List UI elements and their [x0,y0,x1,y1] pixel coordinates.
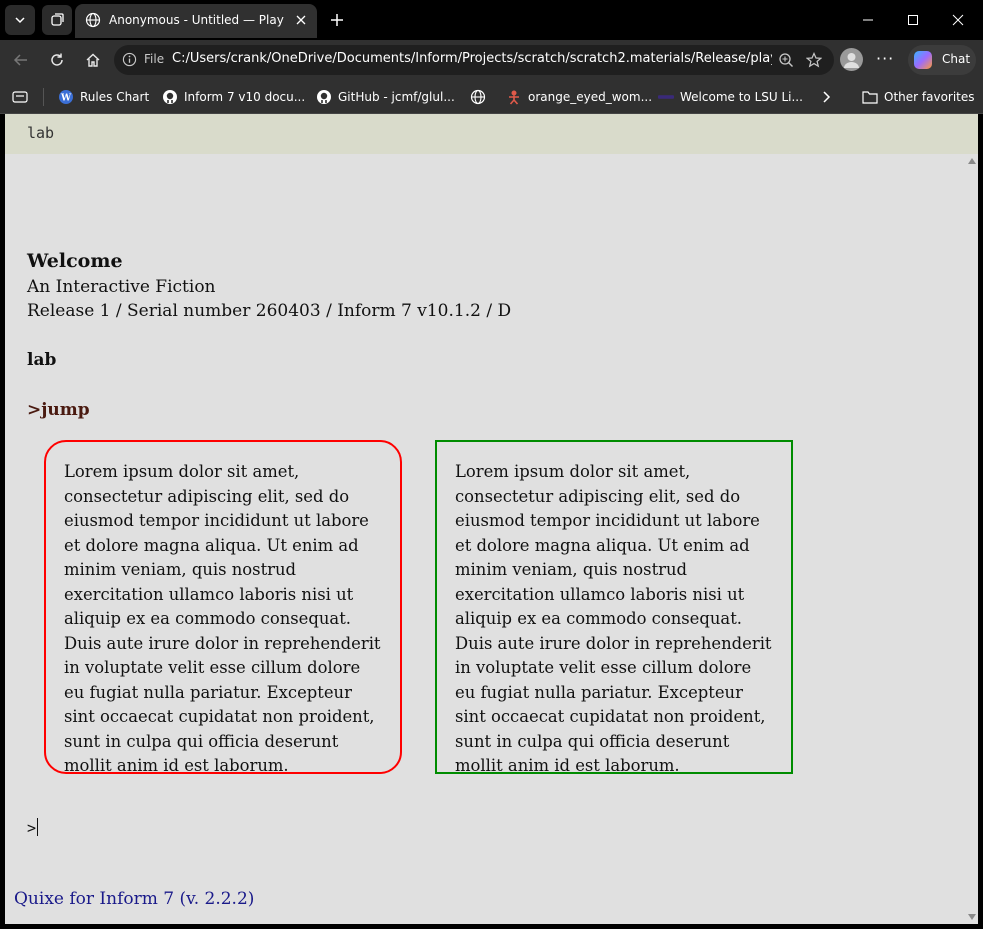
bookmark-orange-eyed[interactable]: orange_eyed_wom... [506,88,652,106]
story-subtitle: An Interactive Fiction [27,277,216,297]
close-window-button[interactable] [948,10,968,30]
address-bar[interactable]: File C:/Users/crank/OneDrive/Documents/I… [114,45,834,75]
figure-icon [506,89,522,105]
bookmark-label: Welcome to LSU Li... [680,90,803,104]
release-line: Release 1 / Serial number 260403 / Infor… [27,301,512,321]
bookmark-label: Rules Chart [80,90,150,104]
reading-view-button[interactable] [12,88,28,106]
collections-icon [12,89,28,105]
home-button[interactable] [81,48,105,72]
favorite-star-icon[interactable] [804,50,824,70]
refresh-button[interactable] [45,48,69,72]
scheme-label: File [144,52,165,66]
user-icon [844,53,859,68]
lorem-box-square: Lorem ipsum dolor sit amet, consectetur … [435,440,793,775]
input-line[interactable]: > [27,818,39,837]
folder-icon [862,89,878,105]
globe-icon [470,89,486,105]
close-tab-icon[interactable] [291,10,311,30]
workspaces-icon [51,13,64,26]
bookmark-globe[interactable] [470,88,486,106]
text-cursor [37,818,39,836]
copilot-chat-button[interactable]: Chat [908,45,976,75]
chevron-down-icon [15,17,25,24]
scrollbar[interactable] [966,154,978,924]
close-icon [952,14,964,26]
bookmarks-divider [43,88,44,106]
profile-avatar[interactable] [840,48,863,71]
input-prompt: > [27,819,37,837]
bookmarks-bar: W Rules Chart Inform 7 v10 docu... GitHu… [0,80,983,114]
bookmark-label: GitHub - jcmf/glul... [338,90,455,104]
status-location: lab [27,124,55,142]
globe-icon [85,12,101,31]
github-icon [162,89,178,105]
scroll-down-icon[interactable] [968,914,976,920]
wordpress-icon: W [58,89,74,105]
lorem-box-rounded: Lorem ipsum dolor sit amet, consectetur … [44,440,402,775]
chevron-right-icon [818,89,834,105]
chat-label: Chat [942,52,971,66]
home-icon [86,53,100,67]
bookmark-github-glulx[interactable]: GitHub - jcmf/glul... [316,88,455,106]
arrow-left-icon [13,54,27,66]
copilot-icon [914,51,932,69]
quixe-credit[interactable]: Quixe for Inform 7 (v. 2.2.2) [14,889,254,909]
back-button[interactable] [9,48,33,72]
refresh-icon [51,53,63,66]
new-tab-button[interactable] [324,7,350,33]
bookmark-label: Inform 7 v10 docu... [184,90,306,104]
room-name: lab [27,350,57,370]
scroll-up-icon[interactable] [968,158,976,164]
plus-icon [331,14,343,26]
zoom-icon[interactable] [776,50,796,70]
story-title: Welcome [27,250,123,272]
github-icon [316,89,332,105]
command-prompt: > [27,400,42,420]
other-favorites[interactable]: Other favorites [862,88,975,106]
tab-title: Anonymous - Untitled — Play [109,13,284,27]
command-echo: >jump [27,400,90,420]
more-menu-button[interactable]: ··· [876,49,894,68]
info-icon[interactable] [122,52,137,71]
workspaces-button[interactable] [42,5,72,35]
minimize-button[interactable] [858,10,878,30]
bookmark-lsu[interactable]: Welcome to LSU Li... [658,88,803,106]
maximize-button[interactable] [903,10,923,30]
minimize-icon [863,19,873,21]
tab-play[interactable]: Anonymous - Untitled — Play [75,4,317,38]
maximize-icon [908,15,918,25]
status-bar: lab [5,114,978,154]
bookmarks-overflow-button[interactable] [818,88,834,106]
lsu-icon [658,89,674,105]
bookmark-label: orange_eyed_wom... [528,90,653,104]
browser-title-bar: Anonymous - Untitled — Play [0,0,983,40]
game-page: lab Welcome An Interactive Fiction Relea… [5,114,978,924]
svg-text:W: W [60,94,72,104]
bookmark-inform-docs[interactable]: Inform 7 v10 docu... [162,88,305,106]
tab-actions-button[interactable] [5,5,35,35]
address-url[interactable]: C:/Users/crank/OneDrive/Documents/Inform… [172,51,772,66]
command-text: jump [41,400,90,420]
other-favorites-label: Other favorites [884,90,975,104]
bookmark-rules-chart[interactable]: W Rules Chart [58,88,149,106]
